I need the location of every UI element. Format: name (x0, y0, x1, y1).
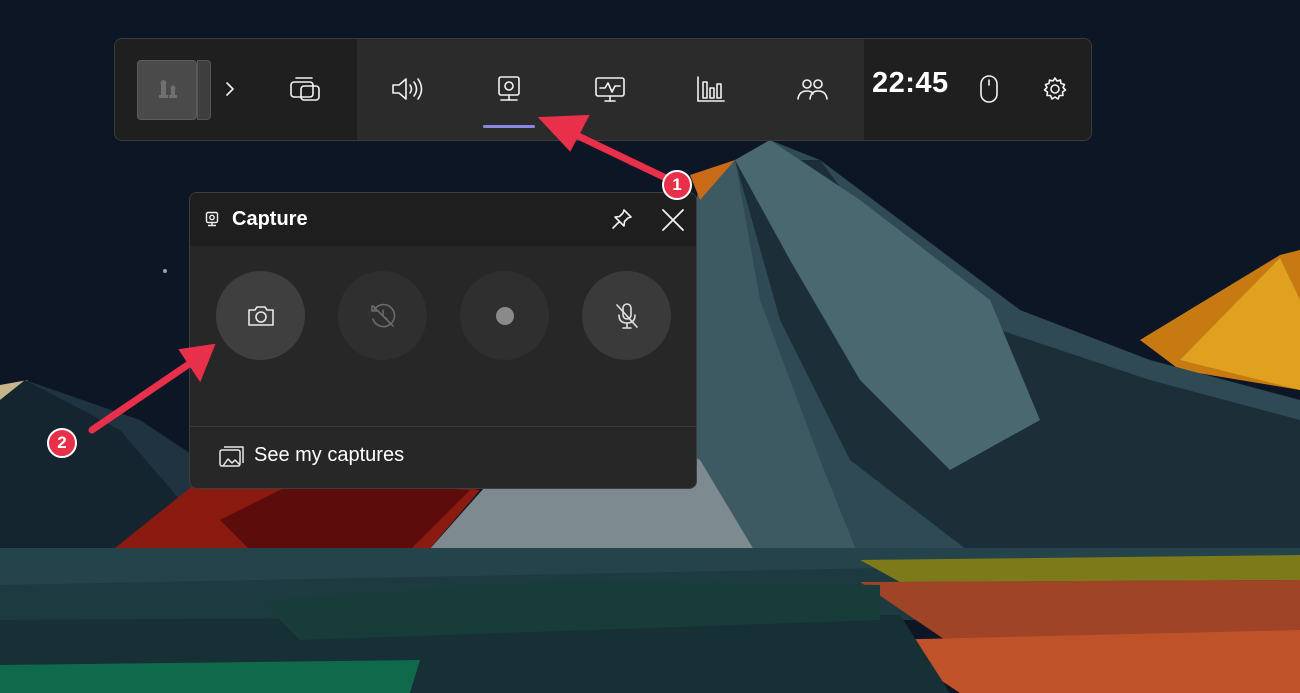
settings-gear-icon[interactable] (1035, 69, 1075, 109)
camera-icon (247, 305, 274, 326)
performance-icon[interactable] (590, 69, 630, 109)
annotation-badge-1: 1 (662, 170, 692, 200)
capture-icon[interactable] (489, 69, 529, 109)
record-dot-icon (495, 306, 514, 325)
start-recording-button[interactable] (460, 271, 549, 360)
xbox-social-icon[interactable] (792, 69, 832, 109)
resources-icon[interactable] (691, 69, 731, 109)
see-my-captures-label: See my captures (254, 444, 405, 466)
record-last-30s-button[interactable] (338, 271, 427, 360)
chess-icon (159, 80, 177, 98)
annotation-badge-2: 2 (47, 428, 77, 458)
widget-menu-icon[interactable] (285, 69, 325, 109)
mic-off-icon (615, 302, 638, 329)
mouse-icon[interactable] (969, 69, 1009, 109)
capture-widget-header[interactable]: Capture (190, 193, 696, 246)
capture-widget: Capture See my captures (189, 192, 697, 489)
expand-chevron-icon[interactable] (210, 69, 250, 109)
capture-widget-title: Capture (232, 208, 308, 230)
capture-icon (205, 211, 219, 227)
pin-icon[interactable] (610, 207, 634, 231)
close-icon[interactable] (660, 207, 686, 233)
game-thumbnail-edge (197, 60, 211, 120)
game-bar: 22:45 (114, 38, 1092, 141)
record-history-icon (370, 303, 395, 327)
clock-time: 22:45 (872, 67, 949, 99)
gallery-icon (219, 446, 244, 467)
see-my-captures-link[interactable]: See my captures (190, 427, 696, 488)
game-thumbnail[interactable] (137, 60, 211, 120)
audio-icon[interactable] (387, 69, 427, 109)
game-thumbnail-image (137, 60, 197, 120)
active-widget-indicator (483, 125, 535, 128)
mic-toggle-button[interactable] (582, 271, 671, 360)
screenshot-button[interactable] (216, 271, 305, 360)
